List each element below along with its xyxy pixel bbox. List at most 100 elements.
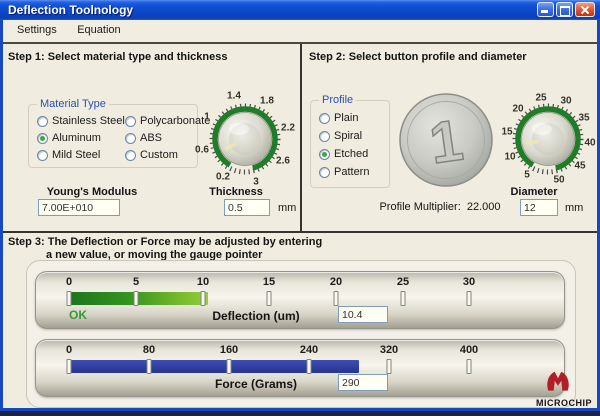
taskbar-edge <box>0 411 600 416</box>
radio-icon <box>125 133 136 144</box>
tick-marker <box>147 359 152 374</box>
knob-tick-label: 1.4 <box>227 91 241 102</box>
menu-equation[interactable]: Equation <box>69 24 128 36</box>
profile-options: Plain Spiral Etched Pattern <box>311 101 389 178</box>
tick-label: 10 <box>197 276 209 288</box>
tick-label: 25 <box>397 276 409 288</box>
youngs-modulus-input[interactable] <box>38 199 120 216</box>
microchip-m-icon <box>545 370 571 394</box>
tick-label: 0 <box>66 344 72 356</box>
knob-tick-label: 5 <box>524 170 530 181</box>
radio-icon <box>37 116 48 127</box>
close-button[interactable] <box>575 2 595 17</box>
radio-icon <box>125 150 136 161</box>
tick-marker <box>467 291 472 306</box>
tick-label: 15 <box>263 276 275 288</box>
panel-divider-horizontal <box>3 231 597 233</box>
coin-icon: 1 <box>398 92 494 188</box>
radio-icon <box>125 116 136 127</box>
diameter-input[interactable] <box>520 199 558 216</box>
profile-multiplier-value: 22.000 <box>467 201 501 213</box>
youngs-modulus-label: Young's Modulus <box>40 186 144 198</box>
tick-marker <box>67 291 72 306</box>
knob-tick-label: 2.6 <box>276 156 290 167</box>
tick-marker <box>387 359 392 374</box>
diameter-unit: mm <box>565 202 583 214</box>
knob-tick-label: 1 <box>204 112 210 123</box>
knob-tick-label: 10 <box>504 152 515 163</box>
thickness-knob[interactable]: 0.2 0.6 1 1.4 1.8 2.2 2.6 3 <box>207 101 283 177</box>
radio-stainless-steel[interactable]: Stainless Steel <box>37 115 125 127</box>
tick-label: 30 <box>463 276 475 288</box>
menu-settings[interactable]: Settings <box>9 24 65 36</box>
tick-label: 0 <box>66 276 72 288</box>
radio-spiral[interactable]: Spiral <box>319 130 389 142</box>
maximize-button[interactable] <box>556 2 573 17</box>
tick-label: 5 <box>133 276 139 288</box>
knob-tick-label: 20 <box>512 104 523 115</box>
radio-icon <box>319 131 330 142</box>
tick-label: 240 <box>300 344 318 356</box>
profile-group: Profile Plain Spiral Etched Pattern <box>310 100 390 188</box>
tick-label: 320 <box>380 344 398 356</box>
force-gauge[interactable]: 0 80 160 240 320 400 Force (Grams) <box>35 339 565 397</box>
radio-label: Stainless Steel <box>52 115 125 127</box>
radio-label: Mild Steel <box>52 149 100 161</box>
maximize-icon <box>560 6 570 16</box>
tick-marker <box>201 291 206 306</box>
tick-label: 20 <box>330 276 342 288</box>
radio-icon <box>37 150 48 161</box>
radio-icon <box>37 133 48 144</box>
radio-label: Plain <box>334 112 358 124</box>
window-border-left <box>0 20 3 411</box>
tick-marker <box>334 291 339 306</box>
tick-label: 400 <box>460 344 478 356</box>
profile-multiplier-label: Profile Multiplier: <box>379 201 460 213</box>
tick-label: 160 <box>220 344 238 356</box>
knob-tick-label: 15 <box>501 127 512 138</box>
radio-abs[interactable]: ABS <box>125 132 210 144</box>
radio-polycarbonate[interactable]: Polycarbonate <box>125 115 210 127</box>
radio-label: Aluminum <box>52 132 101 144</box>
knob-tick-label: 45 <box>574 161 585 172</box>
profile-label: Profile <box>319 94 356 106</box>
diameter-knob[interactable]: 5 10 15 20 25 30 35 40 45 50 <box>510 101 586 177</box>
deflection-gauge[interactable]: 0 5 10 15 20 25 30 OK Deflection (um) <box>35 271 565 329</box>
thickness-unit: mm <box>278 202 296 214</box>
gauge-label: Force (Grams) <box>215 377 297 391</box>
radio-mild-steel[interactable]: Mild Steel <box>37 149 125 161</box>
knob-tick-label: 50 <box>553 175 564 186</box>
force-bar[interactable] <box>69 360 359 373</box>
radio-etched[interactable]: Etched <box>319 148 389 160</box>
step2-header: Step 2: Select button profile and diamet… <box>309 51 527 63</box>
knob-tick-label: 40 <box>584 138 595 149</box>
thickness-input[interactable] <box>224 199 270 216</box>
radio-icon <box>319 113 330 124</box>
deflection-input[interactable] <box>338 306 388 323</box>
material-type-options: Stainless Steel Polycarbonate Aluminum A… <box>29 105 197 161</box>
force-input[interactable] <box>338 374 388 391</box>
radio-pattern[interactable]: Pattern <box>319 166 389 178</box>
material-type-label: Material Type <box>37 98 109 110</box>
tick-marker <box>67 359 72 374</box>
radio-plain[interactable]: Plain <box>319 112 389 124</box>
tick-marker <box>401 291 406 306</box>
radio-label: Etched <box>334 148 368 160</box>
title-bar[interactable]: Deflection Toolnology <box>0 0 600 20</box>
gauge-label: Deflection (um) <box>212 309 299 323</box>
window-controls <box>537 2 595 17</box>
radio-icon <box>319 149 330 160</box>
tick-marker <box>227 359 232 374</box>
radio-label: Custom <box>140 149 178 161</box>
minimize-button[interactable] <box>537 2 554 17</box>
radio-aluminum[interactable]: Aluminum <box>37 132 125 144</box>
status-text: OK <box>69 308 87 322</box>
window-title: Deflection Toolnology <box>8 3 133 17</box>
step1-header: Step 1: Select material type and thickne… <box>8 51 227 63</box>
microchip-logo: MICROCHIP <box>531 370 597 408</box>
knob-tick-label: 35 <box>578 113 589 124</box>
button-preview: 1 <box>398 92 494 188</box>
knob-tick-label: 30 <box>560 96 571 107</box>
panel-divider-vertical <box>300 44 302 231</box>
radio-label: Polycarbonate <box>140 115 210 127</box>
